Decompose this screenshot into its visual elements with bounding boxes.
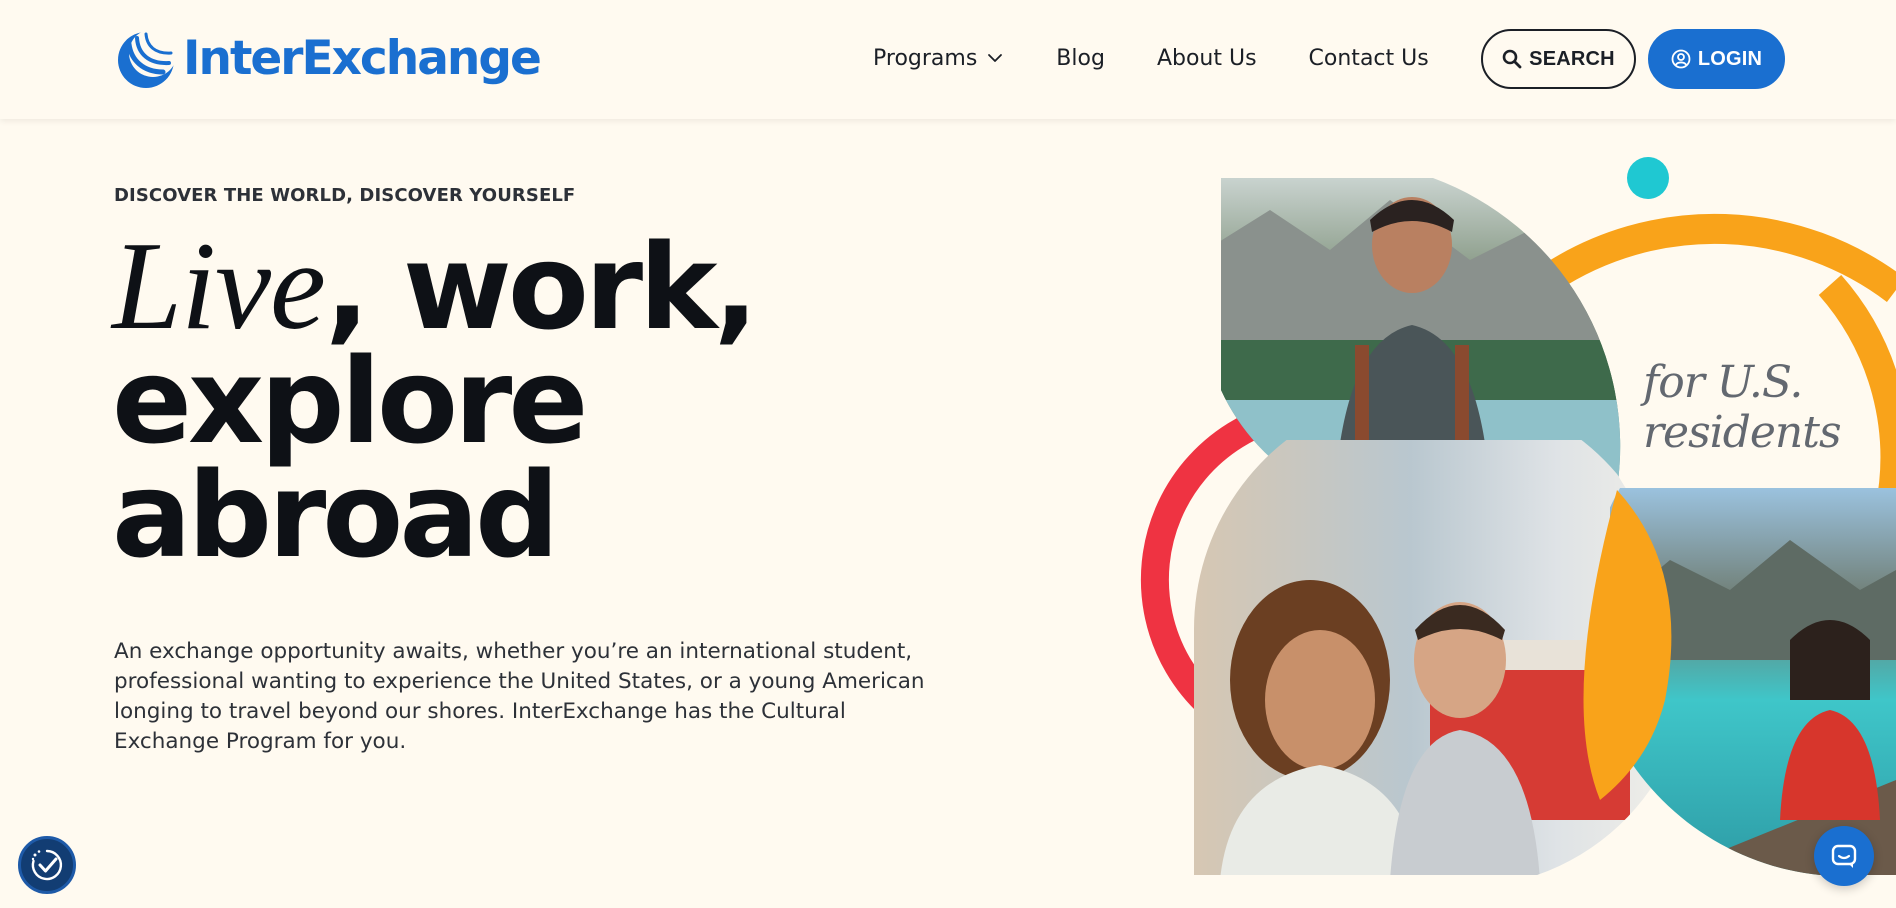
headline-line-3: abroad [112,446,559,584]
crescent-waves-icon [118,29,177,88]
search-icon [1502,49,1522,69]
nav-contact-us[interactable]: Contact Us [1309,46,1429,71]
hero-headline: Live, work, explore abroad [112,224,758,584]
main-nav: Programs Blog About Us Contact Us [873,40,1429,76]
accessibility-check-icon [31,849,63,881]
chat-button[interactable] [1814,826,1874,886]
nav-blog[interactable]: Blog [1056,46,1105,71]
headline-line-1: Live, work, [112,224,758,350]
hero-description: An exchange opportunity awaits, whether … [114,639,925,754]
login-button-label: LOGIN [1697,47,1763,70]
brand-name: InterExchange [183,31,542,86]
search-button-label: SEARCH [1529,47,1615,70]
headline-line-2: explore [112,332,588,470]
brand-logo[interactable]: InterExchange [113,26,542,92]
chat-bubble-icon [1831,844,1857,868]
nav-about-us[interactable]: About Us [1157,46,1257,71]
hero-collage: for U.S. residents [1130,140,1896,908]
hero-eyebrow: DISCOVER THE WORLD, DISCOVER YOURSELF [114,185,576,206]
search-button[interactable]: SEARCH [1481,29,1636,89]
nav-programs[interactable]: Programs [873,46,1004,71]
tagline-us-residents: for U.S. residents [1643,357,1842,458]
nav-programs-label: Programs [873,45,978,71]
user-circle-icon [1671,49,1691,69]
tagline-line-1: for U.S. [1643,357,1803,408]
site-header: InterExchange Programs Blog About Us Con… [0,0,1896,119]
chevron-down-icon [988,54,1003,62]
accessibility-button[interactable] [18,836,76,894]
login-button[interactable]: LOGIN [1648,29,1785,89]
teal-dot [1627,157,1669,199]
collage-graphic [1140,157,1896,876]
tagline-line-2: residents [1643,407,1842,458]
